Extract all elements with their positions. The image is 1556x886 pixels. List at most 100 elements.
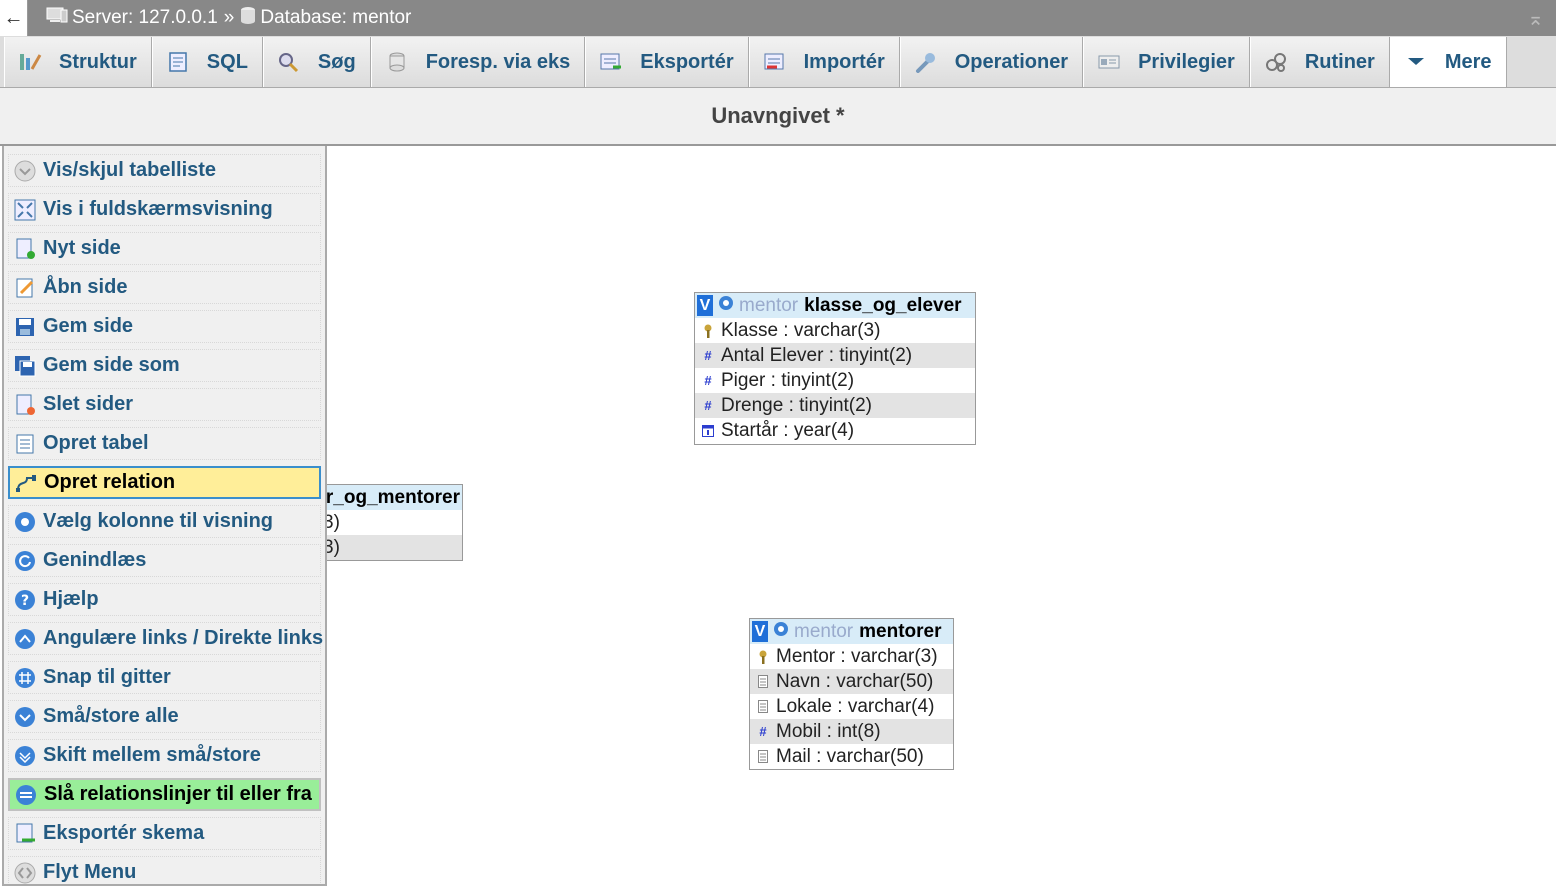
sql-icon: [165, 51, 191, 73]
top-breadcrumb-bar: ← Server: 127.0.0.1 » Database: mentor ⌅: [0, 0, 1556, 36]
tab-import[interactable]: Importér: [748, 37, 900, 87]
tab-label: Operationer: [954, 50, 1069, 73]
menu-item-help[interactable]: ? Hjælp: [8, 583, 321, 616]
help-icon: ?: [13, 588, 37, 612]
tab-label: Struktur: [59, 50, 137, 73]
move-menu-icon: [13, 861, 37, 885]
column-text: Klasse : varchar(3): [721, 319, 881, 341]
table-row[interactable]: # Drenge : tinyint(2): [695, 393, 975, 418]
menu-item-label: Gem side: [43, 315, 134, 337]
toggle-columns-button[interactable]: V: [697, 295, 713, 316]
wrench-icon: [913, 51, 939, 73]
table-row[interactable]: Startår : year(4): [695, 418, 975, 443]
menu-item-toggle-small-big[interactable]: Skift mellem små/store: [8, 739, 321, 772]
text-icon: [756, 750, 770, 763]
table-row[interactable]: # Piger : tinyint(2): [695, 368, 975, 393]
table-row[interactable]: Mentor : varchar(3): [750, 644, 953, 669]
menu-item-small-big-all[interactable]: Små/store alle: [8, 700, 321, 733]
menu-item-snap-to-grid[interactable]: Snap til gitter: [8, 661, 321, 694]
menu-item-save-page-as[interactable]: Gem side som: [8, 349, 321, 382]
table-box-klasse-og-elever[interactable]: V mentor klasse_og_elever Klasse : varch…: [694, 292, 976, 445]
gear-icon[interactable]: [717, 294, 735, 318]
menu-item-save-page[interactable]: Gem side: [8, 310, 321, 343]
menu-item-reload[interactable]: Genindlæs: [8, 544, 321, 577]
menu-item-export-schema[interactable]: Eksportér skema: [8, 817, 321, 850]
search-icon: [276, 51, 302, 73]
column-text: Mail : varchar(50): [776, 745, 924, 767]
tab-label: Rutiner: [1304, 50, 1375, 73]
menu-item-create-table[interactable]: Opret tabel: [8, 427, 321, 460]
menu-item-delete-pages[interactable]: Slet sider: [8, 388, 321, 421]
breadcrumb-database[interactable]: Database: mentor: [260, 7, 411, 29]
column-text: Startår : year(4): [721, 419, 855, 441]
column-text: Lokale : varchar(4): [776, 695, 935, 717]
menu-item-label: Vis/skjul tabelliste: [43, 159, 217, 181]
column-text: Piger : tinyint(2): [721, 369, 855, 391]
export-icon: [598, 51, 624, 73]
column-text: Antal Elever : tinyint(2): [721, 344, 913, 366]
tab-label: Privilegier: [1138, 50, 1235, 73]
menu-item-choose-column[interactable]: Vælg kolonne til visning: [8, 505, 321, 538]
table-row[interactable]: Navn : varchar(50): [750, 669, 953, 694]
table-row[interactable]: # Mobil : int(8): [750, 719, 953, 744]
tab-privileges[interactable]: Privilegier: [1083, 37, 1250, 87]
date-icon: [701, 424, 715, 437]
menu-item-label: Slå relationslinjer til eller fra: [44, 783, 312, 805]
chevron-down-icon: [1403, 51, 1429, 73]
menu-item-label: Eksportér skema: [43, 822, 205, 844]
back-arrow-icon[interactable]: ←: [0, 0, 28, 36]
gear-icon[interactable]: [772, 620, 790, 644]
menu-item-label: Genindlæs: [43, 549, 147, 571]
menu-item-create-relation[interactable]: Opret relation: [8, 466, 321, 499]
table-name: r_og_mentorer: [325, 486, 460, 508]
tab-search[interactable]: Søg: [262, 37, 371, 87]
new-page-icon: [13, 237, 37, 261]
menu-item-label: Flyt Menu: [43, 861, 137, 883]
tab-label: Foresp. via eks: [425, 50, 571, 73]
menu-item-label: Hjælp: [43, 588, 99, 610]
tab-label: Importér: [803, 50, 885, 73]
table-db-name: mentor: [794, 620, 854, 642]
menu-item-fullscreen[interactable]: Vis i fuldskærmsvisning: [8, 193, 321, 226]
table-header[interactable]: V mentor mentorer: [750, 619, 953, 644]
table-row[interactable]: Mail : varchar(50): [750, 744, 953, 769]
table-box-mentorer[interactable]: V mentor mentorer Mentor : varchar(3) Na…: [749, 618, 954, 770]
grid-icon: [13, 666, 37, 690]
tab-struktur[interactable]: Struktur: [4, 37, 152, 87]
server-icon: [46, 6, 68, 30]
toggle-columns-button[interactable]: V: [752, 621, 768, 642]
table-row[interactable]: Lokale : varchar(4): [750, 694, 953, 719]
menu-item-label: Angulære links / Direkte links: [43, 627, 324, 649]
menu-item-open-page[interactable]: Åbn side: [8, 271, 321, 304]
menu-item-new-page[interactable]: Nyt side: [8, 232, 321, 265]
tab-sql[interactable]: SQL: [151, 37, 263, 87]
routines-icon: [1263, 51, 1289, 73]
designer-side-menu: Vis/skjul tabelliste Vis i fuldskærmsvis…: [2, 146, 327, 886]
column-select-icon: [13, 510, 37, 534]
relation-icon: [14, 471, 38, 495]
page-title: Unavngivet *: [0, 88, 1556, 146]
table-row[interactable]: # Antal Elever : tinyint(2): [695, 343, 975, 368]
tab-operations[interactable]: Operationer: [899, 37, 1084, 87]
collapse-top-icon[interactable]: ⌅: [1527, 6, 1544, 31]
text-icon: [756, 700, 770, 713]
tab-label: Mere: [1444, 50, 1492, 73]
numeric-icon: #: [759, 724, 767, 739]
tab-more[interactable]: Mere: [1389, 37, 1507, 87]
table-header[interactable]: V mentor klasse_og_elever: [695, 293, 975, 318]
table-name: mentorer: [859, 620, 942, 642]
tab-export[interactable]: Eksportér: [585, 37, 749, 87]
menu-item-toggle-relation-lines[interactable]: Slå relationslinjer til eller fra: [8, 778, 321, 811]
menu-item-toggle-table-list[interactable]: Vis/skjul tabelliste: [8, 154, 321, 187]
tab-label: Eksportér: [640, 50, 734, 73]
column-text: Navn : varchar(50): [776, 670, 934, 692]
menu-item-move-menu[interactable]: Flyt Menu: [8, 856, 321, 885]
relation-lines-icon: [14, 783, 38, 807]
menu-item-label: Åbn side: [43, 276, 128, 298]
table-row[interactable]: Klasse : varchar(3): [695, 318, 975, 343]
menu-item-angular-links[interactable]: Angulære links / Direkte links: [8, 622, 324, 655]
breadcrumb-server[interactable]: Server: 127.0.0.1: [72, 7, 218, 29]
save-as-icon: [13, 354, 37, 378]
tab-routines[interactable]: Rutiner: [1249, 37, 1390, 87]
tab-query[interactable]: Foresp. via eks: [370, 37, 586, 87]
